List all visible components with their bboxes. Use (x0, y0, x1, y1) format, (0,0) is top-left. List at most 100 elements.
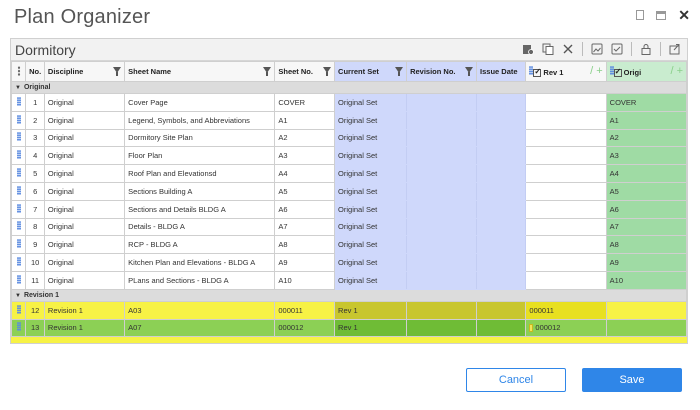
cell-sheet-name[interactable]: PLans and Sections - BLDG A (124, 270, 276, 290)
cell-sheet-no[interactable]: A10 (274, 270, 336, 290)
rev1-checkbox[interactable] (533, 67, 542, 77)
share-icon[interactable] (669, 43, 681, 55)
col-header-original[interactable]: Origi / + (605, 61, 688, 82)
table-row[interactable]: 2 Original Legend, Symbols, and Abbreviati… (10, 110, 688, 130)
cell-discipline[interactable]: Original (43, 128, 126, 148)
cell-sheet-no[interactable]: A3 (274, 146, 336, 166)
cell-discipline[interactable]: Original (43, 270, 126, 290)
table-row-revision[interactable]: 13 Revision 1 A07 000012 Rev 1 000012 (10, 318, 688, 338)
drag-handle-icon[interactable] (10, 217, 27, 237)
cell-rev1[interactable] (525, 181, 607, 201)
filter-icon[interactable] (465, 67, 474, 76)
drag-handle-icon[interactable] (10, 199, 27, 219)
cell-sheet-name[interactable]: A07 (124, 318, 276, 338)
cell-discipline[interactable]: Revision 1 (43, 318, 126, 338)
table-row[interactable]: 8 Original Details - BLDG A A7 Original Set A… (10, 217, 688, 237)
col-header-rev1[interactable]: Rev 1 / + (525, 61, 607, 82)
cell-rev1[interactable] (525, 146, 607, 166)
cell-rev1[interactable] (525, 199, 607, 219)
cell-original[interactable]: A10 (605, 270, 688, 290)
table-row[interactable]: 10 Original Kitchen Plan and Elevations - … (10, 253, 688, 272)
cell-sheet-no[interactable]: A8 (274, 235, 336, 255)
drag-handle-icon[interactable] (10, 181, 27, 201)
drag-handle-icon[interactable] (10, 146, 27, 166)
cell-sheet-name[interactable]: Dormitory Site Plan (124, 128, 276, 148)
filter-icon[interactable] (263, 67, 272, 76)
cell-rev1[interactable] (525, 253, 607, 272)
image-check-icon[interactable] (611, 43, 623, 55)
table-row-revision[interactable]: 12 Revision 1 A03 000011 Rev 1 000011 (10, 300, 688, 320)
cell-sheet-no[interactable]: 000011 (274, 300, 336, 320)
cell-sheet-name[interactable]: Legend, Symbols, and Abbreviations (124, 110, 276, 130)
cell-rev1[interactable]: 000011 (525, 300, 607, 320)
cell-discipline[interactable]: Original (43, 164, 126, 183)
cell-sheet-name[interactable]: Details - BLDG A (124, 217, 276, 237)
cell-sheet-name[interactable]: Cover Page (124, 93, 276, 112)
add-column-icon[interactable]: / + (590, 65, 603, 76)
drag-handle-icon[interactable] (10, 300, 27, 320)
cell-original[interactable] (605, 318, 688, 338)
col-header-discipline[interactable]: Discipline (43, 61, 126, 82)
cell-original[interactable]: A7 (605, 217, 688, 237)
cell-sheet-name[interactable]: RCP - BLDG A (124, 235, 276, 255)
close-icon[interactable]: ✕ (678, 8, 690, 22)
cell-original[interactable]: A6 (605, 199, 688, 219)
cell-grip-icon[interactable] (529, 324, 534, 333)
drag-handle-icon[interactable] (10, 93, 27, 112)
cell-discipline[interactable]: Original (43, 181, 126, 201)
cell-original[interactable] (605, 300, 688, 320)
cell-rev1[interactable] (525, 110, 607, 130)
cell-rev1[interactable] (525, 93, 607, 112)
cancel-button[interactable]: Cancel (466, 368, 566, 392)
cell-sheet-name[interactable]: Floor Plan (124, 146, 276, 166)
cell-rev1[interactable] (525, 128, 607, 148)
drag-handle-icon[interactable] (10, 253, 27, 272)
cell-sheet-no[interactable]: A9 (274, 253, 336, 272)
cell-sheet-no[interactable]: A1 (274, 110, 336, 130)
minimize-icon[interactable] (656, 10, 667, 20)
table-row[interactable]: 1 Original Cover Page COVER Original Set COVE… (10, 93, 688, 112)
col-header-current-set[interactable]: Current Set (334, 61, 408, 82)
table-row[interactable]: 11 Original PLans and Sections - BLDG A A10… (10, 270, 688, 290)
table-row[interactable]: 5 Original Roof Plan and Elevationsd A4 Orig… (10, 164, 688, 183)
add-column-icon[interactable]: / + (670, 65, 683, 76)
table-row[interactable]: 9 Original RCP - BLDG A A8 Original Set A8 (10, 235, 688, 255)
lock-icon[interactable] (640, 43, 652, 55)
delete-icon[interactable] (562, 43, 574, 55)
cell-rev1[interactable] (525, 164, 607, 183)
drag-handle-icon[interactable] (10, 110, 27, 130)
cell-rev1[interactable]: 000012 (525, 318, 607, 338)
filter-icon[interactable] (113, 67, 122, 76)
cell-sheet-name[interactable]: Sections and Details BLDG A (124, 199, 276, 219)
save-button[interactable]: Save (582, 368, 682, 392)
col-header-sheet-no[interactable]: Sheet No. (274, 61, 336, 82)
cell-sheet-no[interactable]: 000012 (274, 318, 336, 338)
cell-original[interactable]: A1 (605, 110, 688, 130)
original-checkbox[interactable] (613, 67, 622, 77)
collapse-icon[interactable]: ▼ (15, 85, 21, 91)
cell-discipline[interactable]: Original (43, 146, 126, 166)
drag-handle-icon[interactable] (10, 128, 27, 148)
cell-sheet-no[interactable]: A5 (274, 181, 336, 201)
cell-sheet-name[interactable]: Kitchen Plan and Elevations - BLDG A (124, 253, 276, 272)
cell-sheet-no[interactable]: A2 (274, 128, 336, 148)
col-header-revision-no[interactable]: Revision No. (406, 61, 478, 82)
drag-handle-icon[interactable] (10, 164, 27, 183)
column-options-icon[interactable] (10, 61, 27, 82)
cell-discipline[interactable]: Original (43, 93, 126, 112)
cell-original[interactable]: A9 (605, 253, 688, 272)
filter-icon[interactable] (323, 67, 332, 76)
table-row[interactable]: 3 Original Dormitory Site Plan A2 Original S… (10, 128, 688, 148)
cell-sheet-no[interactable]: COVER (274, 93, 336, 112)
cell-discipline[interactable]: Original (43, 253, 126, 272)
table-row[interactable]: 4 Original Floor Plan A3 Original Set A3 (10, 146, 688, 166)
drag-handle-icon[interactable] (10, 235, 27, 255)
document-icon[interactable] (636, 10, 645, 20)
col-header-issue-date[interactable]: Issue Date (476, 61, 527, 82)
group-label[interactable]: ▼ Original (11, 81, 687, 94)
cell-rev1[interactable] (525, 235, 607, 255)
cell-sheet-name[interactable]: Roof Plan and Elevationsd (124, 164, 276, 183)
drop-zone[interactable] (11, 337, 687, 343)
group-row-original[interactable]: ▼ Original (11, 81, 687, 94)
add-sheet-icon[interactable] (522, 43, 534, 55)
